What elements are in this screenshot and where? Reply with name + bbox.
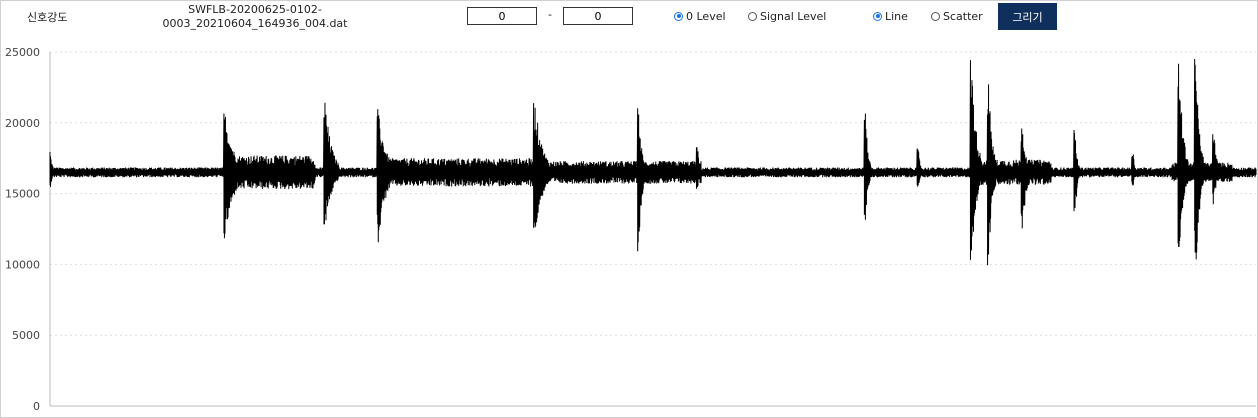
radio-checked-icon[interactable] [674,11,683,21]
file-name-line-2: 0003_20210604_164936_004.dat [162,17,348,30]
y-tick-label: 15000 [5,188,40,201]
signal-chart: 0 5000 10000 15000 20000 25000 [5,46,1257,413]
radio-checked-icon[interactable] [873,11,882,21]
y-tick-label: 10000 [5,258,40,271]
draw-button[interactable]: 그리기 [998,3,1057,30]
file-name-line-1: SWFLB-20200625-0102- [188,3,322,16]
radio-scatter-label: Scatter [943,9,983,23]
range-end-input[interactable] [563,7,633,25]
y-axis-ticks: 0 5000 10000 15000 20000 25000 [5,46,40,413]
radio-scatter[interactable]: Scatter [931,9,983,23]
file-name: SWFLB-20200625-0102- 0003_20210604_16493… [160,3,350,31]
radio-signal-level-label: Signal Level [760,9,827,23]
toolbar: 신호강도 SWFLB-20200625-0102- 0003_20210604_… [0,0,1258,36]
y-tick-label: 0 [33,400,40,413]
radio-signal-level[interactable]: Signal Level [748,9,826,23]
range-separator: - [548,8,552,21]
signal-series-line [49,58,1257,266]
y-tick-label: 5000 [12,329,40,342]
y-tick-label: 25000 [5,46,40,59]
radio-zero-level-label: 0 Level [686,9,726,23]
radio-line[interactable]: Line [873,9,908,23]
y-tick-label: 20000 [5,117,40,130]
radio-unchecked-icon[interactable] [748,11,757,21]
range-start-input[interactable] [467,7,537,25]
radio-unchecked-icon[interactable] [931,11,940,21]
radio-zero-level[interactable]: 0 Level [674,9,726,23]
radio-line-label: Line [885,9,908,23]
signal-strength-label: 신호강도 [27,11,68,24]
